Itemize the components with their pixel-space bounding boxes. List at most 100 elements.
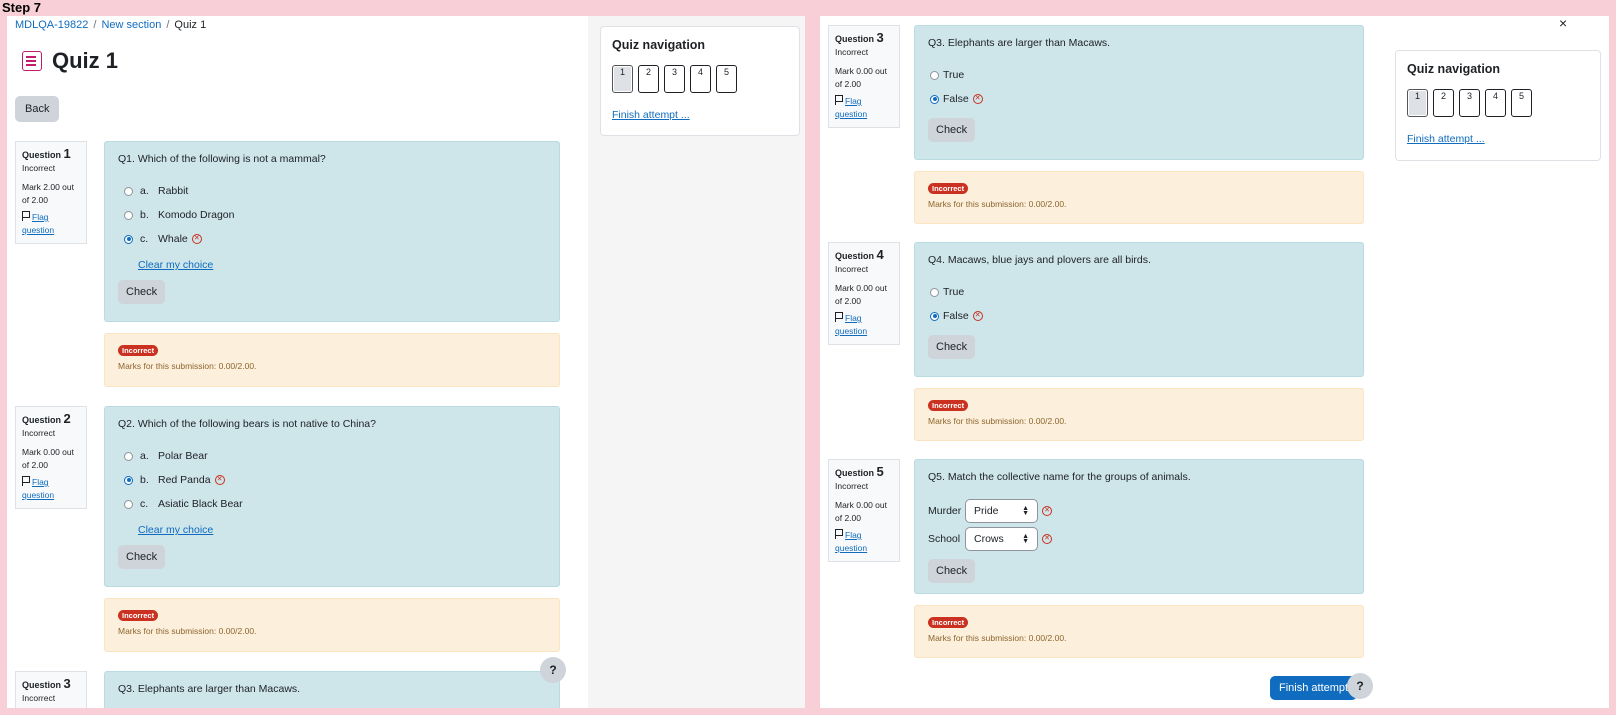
feedback-text: Marks for this submission: 0.00/2.00. (928, 633, 1067, 643)
check-button[interactable]: Check (118, 545, 166, 569)
check-button[interactable]: Check (928, 335, 976, 359)
close-icon[interactable]: × (1559, 16, 1567, 31)
answer-option[interactable]: a. Polar Bear (118, 444, 546, 468)
finish-attempt-button[interactable]: Finish attempt (1270, 676, 1358, 700)
quiz-main-column: MDLQA-19822/New section / Quiz 1 Quiz 1 Ba… (7, 16, 588, 708)
answer-radio[interactable] (930, 287, 939, 297)
question-state: Incorrect (835, 264, 869, 274)
quiz-nav-button-2[interactable]: 2 (638, 65, 659, 93)
answer-option[interactable]: True (928, 280, 1350, 304)
finish-attempt-link[interactable]: Finish attempt ... (612, 109, 690, 121)
answer-label: True (943, 69, 965, 81)
match-select-value: Crows (974, 533, 1004, 545)
answer-label: True (943, 286, 965, 298)
help-button[interactable]: ? (540, 657, 566, 683)
answer-option[interactable]: True (928, 63, 1350, 87)
question-info-1: Question 1 Incorrect Mark 2.00 out of 2.… (15, 141, 87, 244)
feedback-box-4: Incorrect Marks for this submission: 0.0… (914, 388, 1364, 441)
answer-letter: c. (140, 233, 149, 245)
answer-option[interactable]: a. Rabbit (118, 179, 546, 203)
flag-question-link[interactable]: Flag question (22, 476, 81, 502)
answer-radio[interactable] (124, 451, 133, 461)
answer-option[interactable]: c. Asiatic Black Bear (118, 492, 546, 516)
help-button[interactable]: ? (1347, 673, 1373, 699)
answer-radio[interactable] (124, 210, 133, 220)
match-select[interactable]: Pride ▲ ▼ (965, 499, 1038, 523)
question-info-5: Question 5 Incorrect Mark 0.00 out of 2.… (828, 459, 900, 562)
quiz-nav-button-2[interactable]: 2 (1433, 89, 1454, 117)
answer-radio-selected[interactable] (124, 234, 133, 244)
answer-radio-selected[interactable] (930, 94, 939, 104)
incorrect-badge: Incorrect (118, 610, 159, 621)
question-info-4: Question 4 Incorrect Mark 0.00 out of 2.… (828, 242, 900, 345)
question-number: Question 3 (22, 677, 81, 692)
quiz-nav-button-4[interactable]: 4 (690, 65, 711, 93)
question-box-5: Q5. Match the collective name for the gr… (914, 459, 1364, 594)
question-text: Q5. Match the collective name for the gr… (928, 471, 1191, 483)
answer-radio[interactable] (930, 70, 939, 80)
finish-attempt-link[interactable]: Finish attempt ... (1407, 133, 1485, 145)
question-word: Question (835, 34, 875, 44)
quiz-nav-button-1[interactable]: 1 (612, 65, 633, 93)
quiz-nav-buttons: 1 2 3 4 5 (612, 65, 788, 93)
answer-radio[interactable] (124, 186, 133, 196)
question-number-value: 3 (63, 676, 71, 691)
answer-option[interactable]: b. Komodo Dragon (118, 203, 546, 227)
feedback-text: Marks for this submission: 0.00/2.00. (118, 361, 257, 371)
quiz-navigation-title: Quiz navigation (612, 38, 706, 52)
answer-radio-selected[interactable] (124, 475, 133, 485)
page-title: Quiz 1 (52, 48, 119, 73)
answer-option[interactable]: c. Whale ✕ (118, 227, 546, 251)
answer-radio[interactable] (124, 499, 133, 509)
quiz-nav-button-3[interactable]: 3 (1459, 89, 1480, 117)
quiz-nav-button-3[interactable]: 3 (664, 65, 685, 93)
check-button[interactable]: Check (928, 118, 976, 142)
question-state: Incorrect (22, 428, 56, 438)
quiz-main-column: Question 3 Incorrect Mark 0.00 out of 2.… (820, 16, 1385, 708)
answer-option[interactable]: b. Red Panda ✕ (118, 468, 546, 492)
question-mark: Mark 2.00 out of 2.00 (22, 182, 74, 205)
breadcrumb-course[interactable]: MDLQA-19822 (15, 19, 88, 31)
back-button[interactable]: Back (15, 96, 60, 122)
question-state: Incorrect (22, 163, 56, 173)
match-label: Murder (928, 505, 962, 517)
answer-option[interactable]: False ✕ (928, 304, 1350, 328)
feedback-text: Marks for this submission: 0.00/2.00. (928, 416, 1067, 426)
clear-choice-link[interactable]: Clear my choice (138, 524, 546, 536)
breadcrumb: MDLQA-19822/New section / Quiz 1 (15, 19, 207, 31)
quiz-nav-button-5[interactable]: 5 (1511, 89, 1532, 117)
flag-icon (22, 211, 30, 221)
question-box-2: Q2. Which of the following bears is not … (104, 406, 560, 587)
question-word: Question (22, 680, 62, 690)
question-number-value: 1 (63, 146, 71, 161)
answer-radio-selected[interactable] (930, 311, 939, 321)
breadcrumb-section[interactable]: New section (101, 19, 161, 31)
quiz-nav-button-1[interactable]: 1 (1407, 89, 1428, 117)
answer-option[interactable]: False ✕ (928, 87, 1350, 111)
answer-label: Polar Bear (158, 450, 208, 462)
breadcrumb-current: Quiz 1 (174, 19, 207, 31)
check-button[interactable]: Check (118, 280, 166, 304)
match-select[interactable]: Crows ▲ ▼ (965, 527, 1038, 551)
flag-icon (22, 476, 30, 486)
match-label: School (928, 533, 961, 545)
answer-letter: a. (140, 185, 149, 197)
question-mark: Mark 0.00 out of 2.00 (835, 283, 887, 306)
step-label: Step 7 (2, 0, 42, 15)
feedback-box-1: Incorrect Marks for this submission: 0.0… (104, 333, 560, 387)
question-box-3: Q3. Elephants are larger than Macaws. Tr… (914, 25, 1364, 160)
flag-question-link[interactable]: Flag question (835, 95, 894, 121)
quiz-nav-buttons: 1 2 3 4 5 (1407, 89, 1589, 117)
clear-choice-link[interactable]: Clear my choice (138, 259, 546, 271)
quiz-nav-button-5[interactable]: 5 (716, 65, 737, 93)
question-word: Question (22, 150, 62, 160)
check-button[interactable]: Check (928, 559, 976, 583)
flag-question-link[interactable]: Flag question (22, 211, 81, 237)
flag-question-link[interactable]: Flag question (835, 312, 894, 338)
flag-question-link[interactable]: Flag question (835, 529, 894, 555)
quiz-nav-button-4[interactable]: 4 (1485, 89, 1506, 117)
question-info-2: Question 2 Incorrect Mark 0.00 out of 2.… (15, 406, 87, 509)
answer-letter: b. (140, 209, 149, 221)
question-word: Question (835, 251, 875, 261)
match-row: School Crows ▲ ▼ ✕ (928, 525, 1350, 553)
